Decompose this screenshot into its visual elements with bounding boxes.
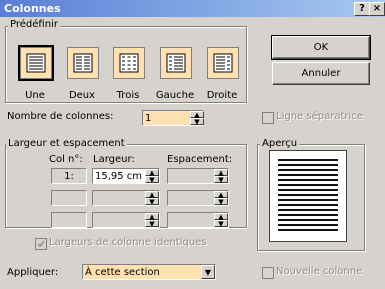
largeur-1-spin-down[interactable]: ▼ (145, 176, 159, 184)
espacement-3-spin-up[interactable]: ▲ (214, 213, 228, 221)
largeur-2-spin-up[interactable]: ▲ (145, 191, 159, 199)
page-preview (269, 150, 347, 242)
nombre-spin-down[interactable]: ▼ (190, 118, 204, 126)
largeur-espacement-label: Largeur et espacement (6, 138, 127, 149)
ligne-separatrice-label: Ligne séparatrice (276, 111, 363, 122)
preset-droite[interactable] (207, 47, 239, 79)
preset-trois-label: Trois (116, 90, 140, 101)
espacement-3-spin-down[interactable]: ▼ (214, 220, 228, 228)
nouvelle-colonne-checkbox[interactable] (262, 267, 274, 279)
largeur-3-spin-up[interactable]: ▲ (145, 213, 159, 221)
identiques-label: Largeurs de colonne identiques (49, 237, 207, 248)
apercu-label: Aperçu (260, 138, 300, 149)
col-number-3 (51, 212, 87, 228)
preset-gauche[interactable] (160, 47, 192, 79)
espacement-2-spin-down[interactable]: ▼ (214, 198, 228, 206)
col-header: Col n°: (49, 154, 83, 165)
preset-deux-label: Deux (68, 90, 96, 101)
espacement-header: Espacement: (167, 154, 233, 165)
help-button[interactable]: ? (354, 2, 370, 16)
preset-trois[interactable] (113, 47, 145, 79)
two-columns-icon (73, 53, 93, 73)
largeur-3-spin-down[interactable]: ▼ (145, 220, 159, 228)
left-columns-icon (166, 53, 186, 73)
one-column-icon (26, 53, 46, 73)
close-button[interactable]: × (369, 2, 385, 16)
appliquer-select[interactable]: À cette section (82, 264, 216, 280)
three-columns-icon (119, 53, 139, 73)
appliquer-dropdown-arrow-icon[interactable]: ▼ (201, 265, 215, 279)
appliquer-label: Appliquer: (7, 267, 59, 278)
preset-droite-label: Droite (206, 90, 238, 101)
predefinir-label: Prédéfinir (8, 19, 60, 30)
espacement-2-spin-up[interactable]: ▲ (214, 191, 228, 199)
title-bar: Colonnes ? × (0, 0, 385, 17)
check-mark-icon (37, 240, 45, 248)
identiques-checkbox[interactable] (35, 238, 47, 250)
right-columns-icon (213, 53, 233, 73)
nouvelle-colonne-label: Nouvelle colonne (276, 266, 363, 277)
ok-button[interactable]: OK (271, 35, 371, 60)
preset-deux[interactable] (67, 47, 99, 79)
nombre-colonnes-label: Nombre de colonnes: (7, 111, 114, 122)
largeur-1-spin-up[interactable]: ▲ (145, 169, 159, 177)
colonnes-dialog: Colonnes ? × Prédéfinir Une Deux Trois G… (0, 0, 385, 289)
espacement-1-spin-up[interactable]: ▲ (214, 169, 228, 177)
ligne-separatrice-checkbox[interactable] (262, 112, 274, 124)
nombre-spin-up[interactable]: ▲ (190, 111, 204, 119)
cancel-button[interactable]: Annuler (272, 62, 370, 85)
preset-une[interactable] (20, 47, 52, 79)
col-number-1: 1: (51, 168, 87, 184)
largeur-header: Largeur: (93, 154, 135, 165)
window-title: Colonnes (4, 2, 61, 15)
col-number-2 (51, 190, 87, 206)
preset-une-label: Une (25, 90, 45, 101)
espacement-1-spin-down[interactable]: ▼ (214, 176, 228, 184)
preset-gauche-label: Gauche (155, 90, 195, 101)
largeur-2-spin-down[interactable]: ▼ (145, 198, 159, 206)
